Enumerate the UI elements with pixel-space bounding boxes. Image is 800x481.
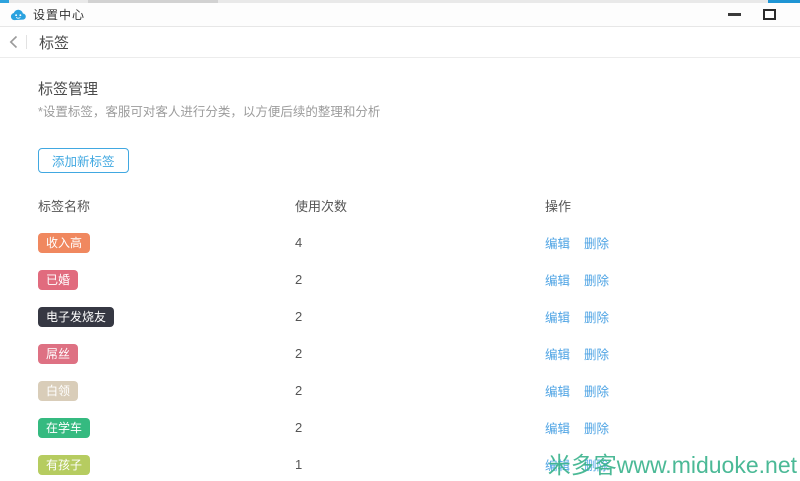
section-heading: 标签管理 (38, 78, 98, 99)
header-usage-count: 使用次数 (295, 196, 545, 215)
table-row: 有孩子 1 编辑 删除 (38, 446, 800, 481)
edit-link[interactable]: 编辑 (545, 418, 570, 437)
row-actions: 编辑 删除 (545, 418, 800, 437)
app-logo-cloud-icon (10, 8, 27, 22)
header-actions: 操作 (545, 196, 800, 215)
chevron-left-icon (9, 35, 18, 49)
nav-divider (26, 35, 27, 49)
settings-window: 设置中心 标签 标签管理 *设置标签，客服可对客人进行分类，以方便后续的整理和分… (0, 0, 800, 481)
page-title: 标签 (39, 32, 69, 53)
title-bar: 设置中心 (0, 3, 800, 27)
tag-count: 2 (295, 383, 545, 398)
add-new-tag-button[interactable]: 添加新标签 (38, 148, 129, 173)
tag-table: 标签名称 使用次数 操作 收入高 4 编辑 删除 已婚 2 编辑 删除 电子发烧… (38, 186, 800, 481)
table-row: 白领 2 编辑 删除 (38, 372, 800, 409)
tag-count: 4 (295, 235, 545, 250)
tag-count: 1 (295, 457, 545, 472)
tag-chip: 屌丝 (38, 344, 78, 364)
edit-link[interactable]: 编辑 (545, 381, 570, 400)
tag-count: 2 (295, 420, 545, 435)
tag-count: 2 (295, 346, 545, 361)
back-button[interactable] (0, 27, 26, 57)
edit-link[interactable]: 编辑 (545, 307, 570, 326)
window-controls (728, 9, 790, 20)
table-row: 屌丝 2 编辑 删除 (38, 335, 800, 372)
delete-link[interactable]: 删除 (584, 381, 609, 400)
tag-chip: 在学车 (38, 418, 90, 438)
delete-link[interactable]: 删除 (584, 307, 609, 326)
delete-link[interactable]: 删除 (584, 418, 609, 437)
table-row: 在学车 2 编辑 删除 (38, 409, 800, 446)
row-actions: 编辑 删除 (545, 233, 800, 252)
row-actions: 编辑 删除 (545, 381, 800, 400)
tag-chip: 有孩子 (38, 455, 90, 475)
table-row: 电子发烧友 2 编辑 删除 (38, 298, 800, 335)
edit-link[interactable]: 编辑 (545, 233, 570, 252)
tag-count: 2 (295, 272, 545, 287)
tag-chip: 白领 (38, 381, 78, 401)
minimize-button[interactable] (728, 13, 741, 16)
edit-link[interactable]: 编辑 (545, 270, 570, 289)
table-row: 收入高 4 编辑 删除 (38, 224, 800, 261)
tag-table-body: 收入高 4 编辑 删除 已婚 2 编辑 删除 电子发烧友 2 编辑 删除 屌丝 … (38, 224, 800, 481)
window-title: 设置中心 (33, 6, 85, 23)
tag-chip: 电子发烧友 (38, 307, 114, 327)
delete-link[interactable]: 删除 (584, 270, 609, 289)
delete-link[interactable]: 删除 (584, 455, 609, 474)
header-tag-name: 标签名称 (38, 196, 295, 215)
tag-chip: 已婚 (38, 270, 78, 290)
row-actions: 编辑 删除 (545, 455, 800, 474)
row-actions: 编辑 删除 (545, 270, 800, 289)
row-actions: 编辑 删除 (545, 307, 800, 326)
table-row: 已婚 2 编辑 删除 (38, 261, 800, 298)
maximize-button[interactable] (763, 9, 776, 20)
section-description: *设置标签，客服可对客人进行分类，以方便后续的整理和分析 (38, 101, 380, 120)
delete-link[interactable]: 删除 (584, 233, 609, 252)
table-header-row: 标签名称 使用次数 操作 (38, 186, 800, 224)
edit-link[interactable]: 编辑 (545, 455, 570, 474)
row-actions: 编辑 删除 (545, 344, 800, 363)
nav-bar: 标签 (0, 27, 800, 58)
delete-link[interactable]: 删除 (584, 344, 609, 363)
edit-link[interactable]: 编辑 (545, 344, 570, 363)
tag-chip: 收入高 (38, 233, 90, 253)
tag-count: 2 (295, 309, 545, 324)
